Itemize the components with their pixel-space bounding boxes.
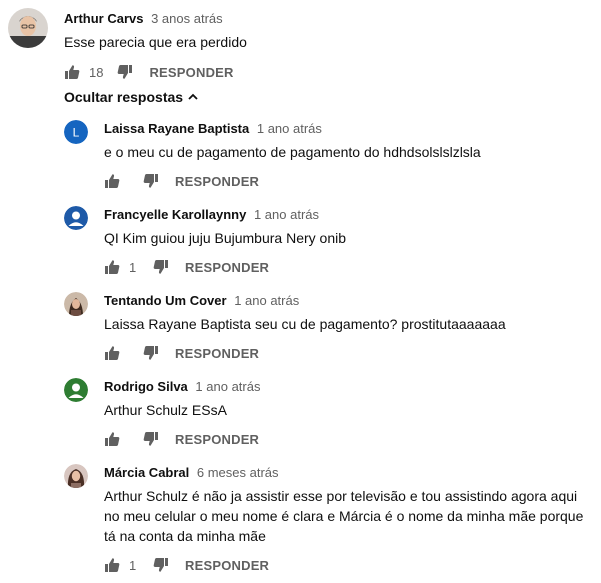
avatar[interactable] bbox=[64, 206, 88, 230]
reply-button[interactable]: RESPONDER bbox=[185, 260, 269, 275]
comment-time[interactable]: 1 ano atrás bbox=[257, 121, 322, 136]
comment-author[interactable]: Tentando Um Cover bbox=[104, 293, 227, 308]
comment-text: QI Kim guiou juju Bujumbura Nery onib bbox=[104, 230, 347, 246]
hide-replies-label: Ocultar respostas bbox=[64, 89, 184, 105]
comment-time[interactable]: 1 ano atrás bbox=[254, 207, 319, 222]
thumbs-up-icon[interactable] bbox=[104, 173, 120, 189]
thumbs-down-icon[interactable] bbox=[117, 64, 133, 80]
avatar[interactable] bbox=[64, 292, 88, 316]
comment-text: Arthur Schulz é não ja assistir esse por… bbox=[104, 488, 584, 544]
thumbs-down-icon[interactable] bbox=[143, 431, 159, 447]
comment-text: Esse parecia que era perdido bbox=[64, 34, 247, 50]
comment-author[interactable]: Rodrigo Silva bbox=[104, 379, 188, 394]
comment-text: e o meu cu de pagamento de pagamento do … bbox=[104, 144, 481, 160]
comment-text: Arthur Schulz ESsA bbox=[104, 402, 227, 418]
thumbs-up-icon[interactable] bbox=[104, 431, 120, 447]
like-count: 18 bbox=[89, 64, 104, 80]
avatar[interactable]: L bbox=[64, 120, 88, 144]
thumbs-up-icon[interactable] bbox=[104, 345, 120, 361]
thumbs-down-icon[interactable] bbox=[153, 557, 169, 573]
comment-author[interactable]: Francyelle Karollaynny bbox=[104, 207, 246, 222]
reply-button[interactable]: RESPONDER bbox=[175, 174, 259, 189]
comment-time[interactable]: 6 meses atrás bbox=[197, 465, 279, 480]
reply-button[interactable]: RESPONDER bbox=[175, 346, 259, 361]
comment-author[interactable]: Laissa Rayane Baptista bbox=[104, 121, 249, 136]
like-count: 1 bbox=[129, 259, 137, 275]
avatar[interactable] bbox=[8, 8, 48, 48]
avatar-letter: L bbox=[73, 126, 80, 140]
hide-replies-button[interactable]: Ocultar respostas bbox=[64, 89, 199, 105]
thumbs-down-icon[interactable] bbox=[143, 173, 159, 189]
like-count: 1 bbox=[129, 557, 137, 573]
thumbs-up-icon[interactable] bbox=[104, 557, 120, 573]
comment-time[interactable]: 1 ano atrás bbox=[195, 379, 260, 394]
thumbs-down-icon[interactable] bbox=[143, 345, 159, 361]
reply-button[interactable]: RESPONDER bbox=[149, 65, 233, 80]
avatar[interactable] bbox=[64, 378, 88, 402]
comment-author[interactable]: Arthur Carvs bbox=[64, 11, 143, 26]
reply-button[interactable]: RESPONDER bbox=[185, 558, 269, 573]
comment-text: Laissa Rayane Baptista seu cu de pagamen… bbox=[104, 316, 506, 332]
comment-author[interactable]: Márcia Cabral bbox=[104, 465, 189, 480]
comment-time[interactable]: 1 ano atrás bbox=[234, 293, 299, 308]
thumbs-up-icon[interactable] bbox=[64, 64, 80, 80]
reply-button[interactable]: RESPONDER bbox=[175, 432, 259, 447]
comment-time[interactable]: 3 anos atrás bbox=[151, 11, 223, 26]
chevron-up-icon bbox=[188, 93, 198, 100]
avatar[interactable] bbox=[64, 464, 88, 488]
thumbs-up-icon[interactable] bbox=[104, 259, 120, 275]
thumbs-down-icon[interactable] bbox=[153, 259, 169, 275]
